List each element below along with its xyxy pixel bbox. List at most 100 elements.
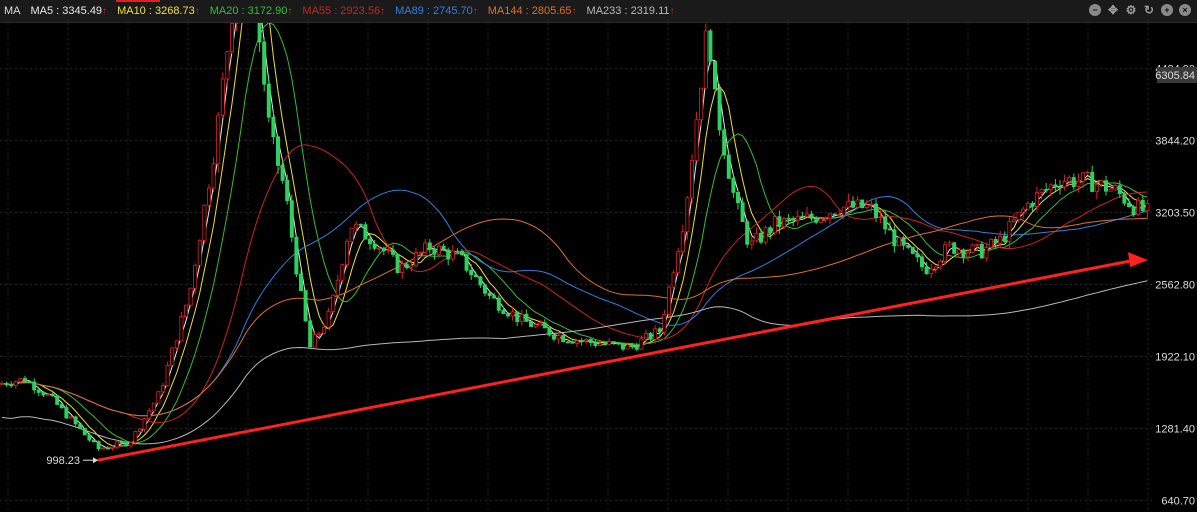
candle-body: [598, 343, 603, 346]
candle-body: [703, 30, 708, 89]
ma-legend-item: MA55 : 2923.56↑: [302, 5, 385, 17]
candle-body: [823, 218, 828, 221]
ma-legend-item: MA144 : 2805.65↑: [488, 5, 577, 17]
ma-legend-label: MA144 : 2805.65: [487, 5, 572, 17]
candlestick-chart[interactable]: 6124.04998.23 6487.005766.305125.604484.…: [0, 23, 1197, 512]
candle-body: [768, 227, 773, 234]
candle-body: [602, 343, 607, 346]
candle-body: [225, 51, 230, 80]
candle-body: [367, 238, 372, 245]
candle-body: [13, 381, 18, 386]
candle-body: [1007, 221, 1012, 242]
candle-body: [800, 215, 805, 218]
candle-body: [722, 129, 727, 156]
arrow-up-icon: ↑: [102, 6, 108, 17]
candle-body: [170, 347, 175, 366]
candle-body: [1131, 206, 1136, 216]
candle-body: [262, 41, 267, 85]
candles: [0, 23, 1150, 451]
candle-body: [1044, 189, 1049, 191]
candle-body: [257, 23, 262, 43]
ma-legend-label: MA55 : 2923.56: [302, 5, 381, 17]
candle-body: [805, 213, 810, 217]
candle-body: [782, 217, 787, 228]
candle-body: [216, 114, 221, 165]
settings-icon[interactable]: ⚙: [1125, 4, 1137, 16]
ma-legend-label: MA5 : 3345.49: [30, 5, 103, 17]
candle-body: [1053, 184, 1058, 188]
candle-body: [193, 264, 198, 289]
current-price-label: 6305.84: [1155, 70, 1195, 82]
candle-body: [1067, 177, 1072, 182]
candle-body: [128, 442, 133, 447]
candle-body: [644, 332, 649, 340]
candle-body: [759, 232, 764, 243]
candle-body: [634, 346, 639, 350]
arrow-up-icon: ↑: [194, 6, 200, 17]
move-icon[interactable]: ✥: [1107, 4, 1119, 16]
candle-body: [1071, 177, 1076, 187]
indicator-bar: MA MA5 : 3345.49↑ MA10 : 3268.73↑ MA20 : 3…: [0, 0, 1197, 23]
candle-body: [970, 244, 975, 253]
candle-body: [395, 254, 400, 273]
zoom-in-icon[interactable]: +: [1161, 4, 1173, 16]
candle-body: [690, 160, 695, 199]
candle-body: [156, 391, 161, 404]
candle-body: [814, 218, 819, 223]
candle-body: [956, 249, 961, 254]
candle-body: [538, 322, 543, 326]
candle-body: [671, 272, 676, 288]
candle-body: [1090, 171, 1095, 192]
candle-body: [331, 294, 336, 312]
candle-body: [901, 237, 906, 246]
chart-toolbar: − ✥ ⚙ ↻ + ×: [1089, 4, 1191, 16]
candle-body: [22, 378, 27, 383]
candle-body: [694, 119, 699, 161]
ma-legend-label: MA233 : 2319.11: [586, 5, 670, 17]
candle-body: [275, 136, 280, 166]
candle-body: [699, 87, 704, 121]
candle-body: [312, 333, 317, 348]
candle-body: [73, 416, 78, 425]
candle-body: [1062, 181, 1067, 188]
refresh-icon[interactable]: ↻: [1143, 4, 1155, 16]
candle-body: [841, 206, 846, 216]
candle-body: [151, 402, 156, 412]
candle-body: [763, 227, 768, 243]
candle-body: [413, 252, 418, 267]
ma-legend-label: MA20 : 3172.90: [209, 5, 288, 17]
y-tick-label: 3844.20: [1155, 136, 1195, 148]
zoom-out-icon[interactable]: −: [1089, 4, 1101, 16]
candle-body: [308, 320, 313, 348]
candle-body: [303, 290, 308, 322]
candle-body: [505, 313, 510, 317]
moving-average-lines: [1, 23, 1148, 449]
candle-body: [496, 297, 501, 311]
candle-body: [519, 313, 524, 323]
candle-body: [115, 441, 120, 448]
arrow-up-icon: ↑: [571, 6, 577, 17]
candle-body: [206, 187, 211, 206]
candle-body: [929, 268, 934, 275]
candle-body: [464, 254, 469, 271]
candle-body: [1021, 208, 1026, 213]
trendline: [97, 258, 1136, 462]
candle-body: [713, 60, 718, 90]
low-arrow: [93, 457, 98, 464]
candle-body: [630, 344, 635, 347]
candle-body: [607, 341, 612, 345]
candle-body: [726, 154, 731, 179]
close-icon[interactable]: ×: [1179, 4, 1191, 16]
candle-body: [648, 332, 653, 340]
candle-body: [354, 223, 359, 229]
candle-body: [933, 266, 938, 270]
candle-body: [441, 245, 446, 251]
candle-body: [174, 340, 179, 349]
candle-body: [878, 216, 883, 219]
ma-legend-item: MA233 : 2319.11↑: [587, 5, 675, 17]
candle-body: [487, 292, 492, 297]
candle-body: [183, 304, 188, 317]
candle-body: [662, 313, 667, 333]
candle-body: [920, 256, 925, 268]
candle-body: [883, 216, 888, 230]
